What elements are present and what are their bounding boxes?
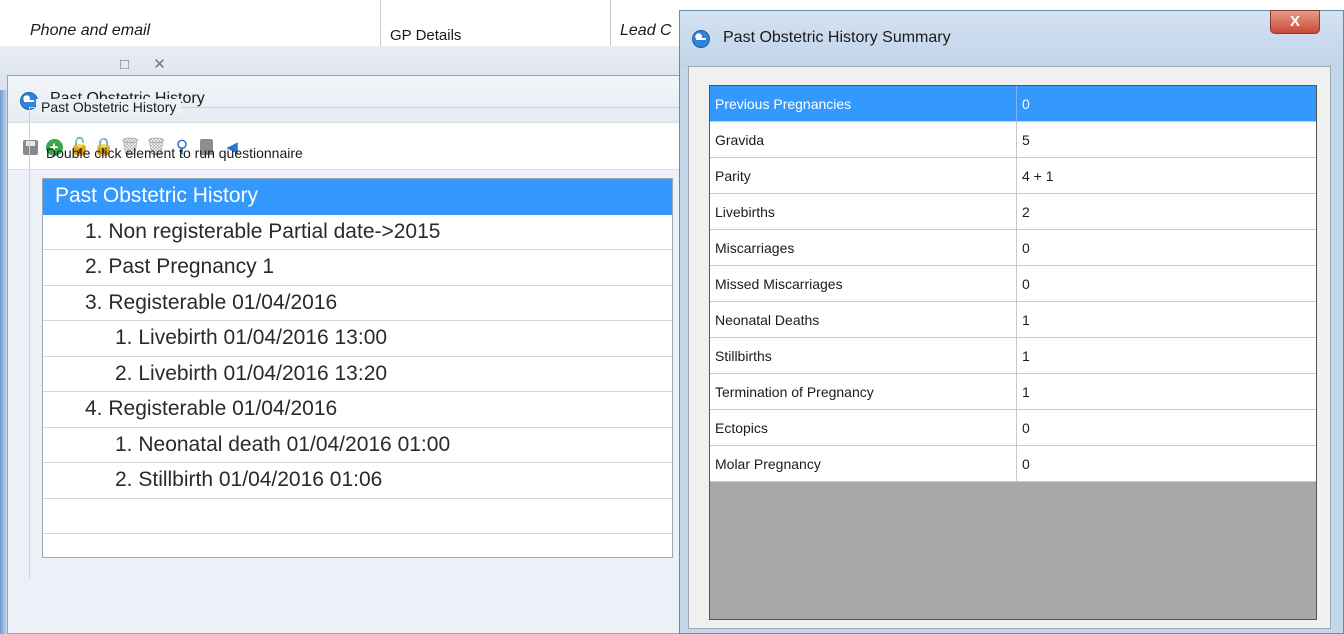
row-value: 2 xyxy=(1022,204,1030,220)
row-label: Neonatal Deaths xyxy=(715,312,820,328)
instruction-text: Double click element to run questionnair… xyxy=(46,145,303,161)
grid-row[interactable]: Stillbirths 1 xyxy=(710,338,1316,374)
close-button[interactable]: X xyxy=(1270,10,1320,34)
tree-node[interactable] xyxy=(43,499,672,534)
cell-divider xyxy=(1016,86,1017,122)
row-label: Missed Miscarriages xyxy=(715,276,843,292)
grid-row[interactable]: Parity 4 + 1 xyxy=(710,158,1316,194)
background-edge xyxy=(0,90,7,634)
row-value: 0 xyxy=(1022,456,1030,472)
tree-node-label: 1. Non registerable Partial date->2015 xyxy=(85,219,441,243)
tree-node-label: 2. Livebirth 01/04/2016 13:20 xyxy=(115,361,388,385)
column-header-label: Phone and email xyxy=(30,22,151,39)
tree-node-label: 2. Stillbirth 01/04/2016 01:06 xyxy=(115,468,383,491)
row-value: 1 xyxy=(1022,384,1030,400)
tree-node[interactable]: 3. Registerable 01/04/2016 xyxy=(43,286,672,321)
column-header-lead[interactable]: Lead C xyxy=(610,0,690,46)
cell-divider xyxy=(1016,158,1017,194)
cell-divider xyxy=(1016,194,1017,230)
cell-divider xyxy=(1016,302,1017,338)
tree-node[interactable]: 1. Non registerable Partial date->2015 xyxy=(43,215,672,250)
tree-node[interactable]: 4. Registerable 01/04/2016 xyxy=(43,392,672,428)
tree-node[interactable]: 2. Stillbirth 01/04/2016 01:06 xyxy=(43,463,672,499)
cell-divider xyxy=(1016,446,1017,482)
row-label: Livebirths xyxy=(715,204,775,220)
grid-row[interactable]: Molar Pregnancy 0 xyxy=(710,446,1316,482)
row-label: Miscarriages xyxy=(715,240,795,256)
tree-node[interactable]: 1. Livebirth 01/04/2016 13:00 xyxy=(43,321,672,357)
summary-grid[interactable]: Previous Pregnancies 0 Gravida 5 Parity 4 +… xyxy=(709,85,1317,620)
tree-node-label: Past Obstetric History xyxy=(55,184,259,207)
column-header-label: Lead C xyxy=(620,22,672,39)
grid-row[interactable]: Ectopics 0 xyxy=(710,410,1316,446)
row-label: Molar Pregnancy xyxy=(715,456,821,472)
dialog-title: Past Obstetric History Summary xyxy=(723,29,951,46)
cell-divider xyxy=(1016,374,1017,410)
row-value: 0 xyxy=(1022,96,1030,112)
dialog-body: Previous Pregnancies 0 Gravida 5 Parity 4 +… xyxy=(688,66,1331,629)
grid-row[interactable]: Previous Pregnancies 0 xyxy=(710,86,1316,122)
row-value: 4 + 1 xyxy=(1022,168,1054,184)
grid-row[interactable]: Miscarriages 0 xyxy=(710,230,1316,266)
column-header-gp-details[interactable]: GP Details xyxy=(380,0,611,46)
tree-node-label: 1. Livebirth 01/04/2016 13:00 xyxy=(115,326,388,349)
row-label: Stillbirths xyxy=(715,348,772,364)
row-value: 0 xyxy=(1022,240,1030,256)
row-label: Ectopics xyxy=(715,420,768,436)
row-value: 0 xyxy=(1022,420,1030,436)
row-value: 1 xyxy=(1022,348,1030,364)
row-value: 5 xyxy=(1022,132,1030,148)
row-label: Parity xyxy=(715,168,751,184)
column-header-phone-email[interactable]: Phone and email xyxy=(18,0,381,46)
groupbox-label: Past Obstetric History xyxy=(36,99,182,115)
row-value: 0 xyxy=(1022,276,1030,292)
summary-dialog: Past Obstetric History Summary X Previou… xyxy=(679,10,1344,634)
tree-node[interactable]: Past Obstetric History xyxy=(43,179,672,215)
row-label: Previous Pregnancies xyxy=(715,96,852,112)
cell-divider xyxy=(1016,338,1017,374)
row-label: Gravida xyxy=(715,132,765,148)
tree-node[interactable]: 2. Livebirth 01/04/2016 13:20 xyxy=(43,357,672,392)
background-window-buttons: □ ✕ xyxy=(120,56,176,73)
row-label: Termination of Pregnancy xyxy=(715,384,874,400)
cell-divider xyxy=(1016,230,1017,266)
tree-node-label: 4. Registerable 01/04/2016 xyxy=(85,397,338,420)
grid-row[interactable]: Missed Miscarriages 0 xyxy=(710,266,1316,302)
tree-node[interactable]: 2. Past Pregnancy 1 xyxy=(43,250,672,286)
cell-divider xyxy=(1016,122,1017,158)
grid-row[interactable]: Livebirths 2 xyxy=(710,194,1316,230)
column-header-label: GP Details xyxy=(390,27,462,44)
cell-divider xyxy=(1016,266,1017,302)
row-value: 1 xyxy=(1022,312,1030,328)
dialog-title-bar[interactable]: Past Obstetric History Summary xyxy=(680,11,1343,66)
grid-row[interactable]: Termination of Pregnancy 1 xyxy=(710,374,1316,410)
grid-row[interactable]: Neonatal Deaths 1 xyxy=(710,302,1316,338)
grid-row[interactable]: Gravida 5 xyxy=(710,122,1316,158)
cell-divider xyxy=(1016,410,1017,446)
history-tree[interactable]: Past Obstetric History 1. Non registerab… xyxy=(42,178,673,558)
tree-node-label: 1. Neonatal death 01/04/2016 01:00 xyxy=(115,432,451,456)
tree-node[interactable]: 1. Neonatal death 01/04/2016 01:00 xyxy=(43,428,672,463)
tree-node-label: 2. Past Pregnancy 1 xyxy=(85,255,275,278)
app-globe-icon xyxy=(692,30,710,48)
tree-node-label: 3. Registerable 01/04/2016 xyxy=(85,290,338,314)
